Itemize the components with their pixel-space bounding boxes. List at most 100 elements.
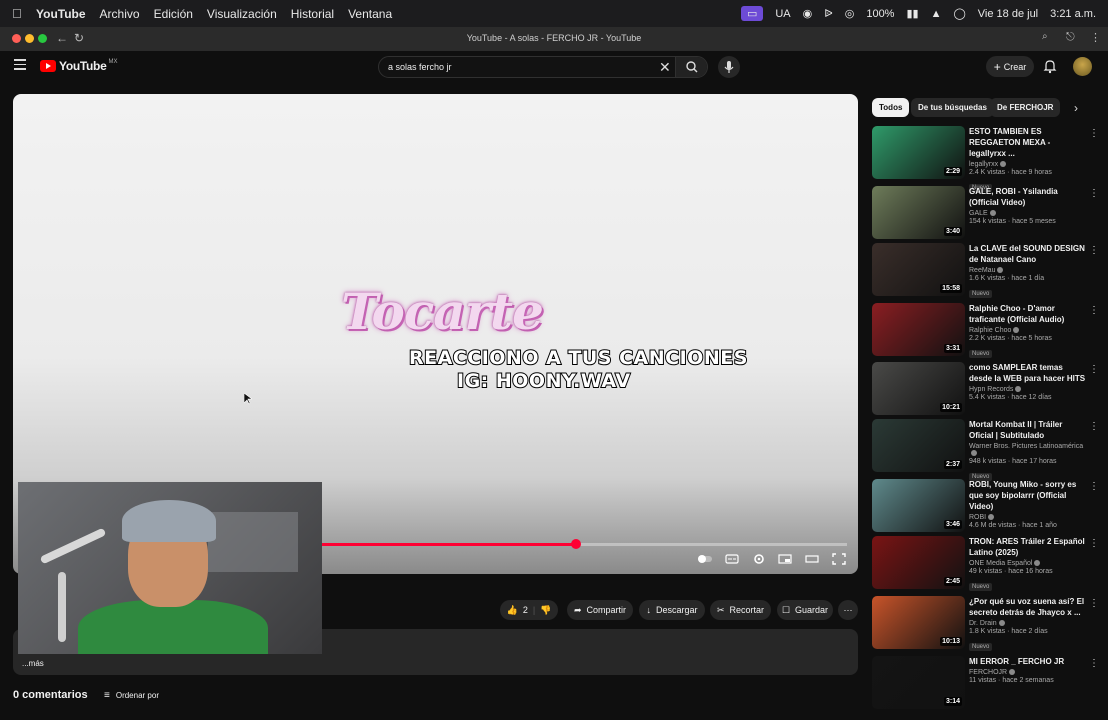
channel-name[interactable]: ReeMau: [969, 267, 1087, 274]
more-options-icon[interactable]: ⋮: [1089, 658, 1099, 669]
chevron-right-icon[interactable]: ›: [1074, 101, 1078, 115]
settings-icon[interactable]: [752, 552, 766, 564]
extensions-icon[interactable]: ⎋: [1066, 31, 1075, 44]
channel-label[interactable]: Hypn Records: [969, 386, 1013, 393]
recommendation-item[interactable]: 3:14 MI ERROR _ FERCHO JR FERCHOJR 11 vista…: [872, 656, 1102, 712]
video-title[interactable]: Ralphie Choo - D'amor traficante (Offici…: [969, 303, 1087, 325]
channel-label[interactable]: GALE: [969, 210, 988, 217]
channel-label[interactable]: Ralphie Choo: [969, 327, 1011, 334]
more-options-icon[interactable]: ⋮: [1089, 364, 1099, 375]
account-avatar[interactable]: [1073, 57, 1092, 76]
video-title[interactable]: MI ERROR _ FERCHO JR: [969, 656, 1087, 667]
channel-name[interactable]: Hypn Records: [969, 386, 1087, 393]
control-center-icon[interactable]: ◯: [953, 7, 965, 20]
menu-archivo[interactable]: Archivo: [100, 7, 140, 21]
chip-de-tus-busquedas[interactable]: De tus búsquedas: [911, 98, 994, 117]
like-count[interactable]: 2: [523, 605, 528, 615]
video-thumbnail[interactable]: 3:31: [872, 303, 965, 356]
menu-ventana[interactable]: Ventana: [348, 7, 392, 21]
screen-record-icon[interactable]: ▭: [740, 6, 764, 21]
clip-button[interactable]: ✂ Recortar: [710, 600, 771, 620]
more-options-icon[interactable]: ⋮: [1089, 128, 1099, 139]
autoplay-toggle[interactable]: [697, 552, 712, 564]
recommendation-item[interactable]: 15:58 La CLAVE del SOUND DESIGN de Natana…: [872, 243, 1102, 299]
theater-mode-icon[interactable]: [805, 552, 819, 564]
channel-name[interactable]: GALE: [969, 210, 1087, 217]
video-thumbnail[interactable]: 2:37: [872, 419, 965, 472]
video-title[interactable]: La CLAVE del SOUND DESIGN de Natanael Ca…: [969, 243, 1087, 265]
channel-label[interactable]: Dr. Drain: [969, 620, 997, 627]
recommendation-item[interactable]: 3:40 GALE, ROBI - Ysilandia (Official Vid…: [872, 186, 1102, 242]
channel-name[interactable]: Warner Bros. Pictures Latinoamérica: [969, 443, 1087, 457]
video-title[interactable]: como SAMPLEAR temas desde la WEB para ha…: [969, 362, 1087, 384]
search-box[interactable]: a solas fercho jr ✕: [378, 56, 708, 78]
chip-de-ferchojr[interactable]: De FERCHOJR: [990, 98, 1061, 117]
menu-app-name[interactable]: YouTube: [36, 7, 86, 21]
video-thumbnail[interactable]: 3:14: [872, 656, 965, 709]
video-thumbnail[interactable]: 3:46: [872, 479, 965, 532]
more-options-icon[interactable]: ⋮: [1089, 305, 1099, 316]
recommendation-item[interactable]: 2:29 ESTO TAMBIEN ES REGGAETON MEXA - leg…: [872, 126, 1102, 192]
bluetooth-icon[interactable]: ᐉ: [824, 7, 832, 20]
recommendation-item[interactable]: 10:13 ¿Por qué su voz suena así? El secre…: [872, 596, 1102, 652]
more-menu-icon[interactable]: ⋮: [1090, 31, 1101, 44]
channel-label[interactable]: ROBI: [969, 514, 986, 521]
video-thumbnail[interactable]: 2:29: [872, 126, 965, 179]
wifi-icon[interactable]: ▲: [931, 8, 942, 20]
more-options-icon[interactable]: ⋮: [1089, 598, 1099, 609]
channel-name[interactable]: ONE Media Español: [969, 560, 1087, 567]
create-button[interactable]: + Crear: [986, 56, 1034, 77]
chip-todos[interactable]: Todos: [872, 98, 910, 117]
recommendation-item[interactable]: 10:21 como SAMPLEAR temas desde la WEB pa…: [872, 362, 1102, 418]
video-title[interactable]: TRON: ARES Tráiler 2 Español Latino (202…: [969, 536, 1087, 558]
more-options-icon[interactable]: ⋮: [1089, 245, 1099, 256]
video-thumbnail[interactable]: 15:58: [872, 243, 965, 296]
menubar-time[interactable]: 3:21 a.m.: [1050, 8, 1096, 20]
like-icon[interactable]: 👍: [507, 605, 518, 616]
recommendation-item[interactable]: 3:46 ROBI, Young Miko - sorry es que soy …: [872, 479, 1102, 535]
more-actions-button[interactable]: ⋯: [838, 600, 858, 620]
more-options-icon[interactable]: ⋮: [1089, 538, 1099, 549]
subtitles-icon[interactable]: [725, 552, 739, 564]
recommendation-item[interactable]: 2:37 Mortal Kombat II | Tráiler Oficial |…: [872, 419, 1102, 481]
channel-name[interactable]: FERCHOJR: [969, 669, 1087, 676]
save-button[interactable]: ☐ Guardar: [777, 600, 833, 620]
apple-icon[interactable]: : [12, 6, 26, 21]
channel-name[interactable]: Dr. Drain: [969, 620, 1087, 627]
youtube-logo[interactable]: YouTube MX: [40, 59, 117, 73]
zoom-icon[interactable]: ⌕: [1042, 31, 1048, 42]
video-thumbnail[interactable]: 10:13: [872, 596, 965, 649]
voice-search-button[interactable]: [718, 56, 740, 78]
channel-label[interactable]: Warner Bros. Pictures Latinoamérica: [969, 443, 1083, 450]
video-thumbnail[interactable]: 2:45: [872, 536, 965, 589]
channel-name[interactable]: Ralphie Choo: [969, 327, 1087, 334]
menu-visualizacion[interactable]: Visualización: [207, 7, 277, 21]
miniplayer-icon[interactable]: [778, 552, 792, 564]
video-title[interactable]: ROBI, Young Miko - sorry es que soy bipo…: [969, 479, 1087, 512]
menu-historial[interactable]: Historial: [291, 7, 334, 21]
menu-edicion[interactable]: Edición: [154, 7, 193, 21]
more-options-icon[interactable]: ⋮: [1089, 188, 1099, 199]
video-title[interactable]: ¿Por qué su voz suena así? El secreto de…: [969, 596, 1087, 618]
recommendation-item[interactable]: 2:45 TRON: ARES Tráiler 2 Español Latino …: [872, 536, 1102, 592]
progress-scrubber[interactable]: [570, 539, 581, 549]
search-input[interactable]: a solas fercho jr: [388, 62, 452, 72]
video-title[interactable]: Mortal Kombat II | Tráiler Oficial | Sub…: [969, 419, 1087, 441]
battery-icon[interactable]: ▮▮: [906, 7, 918, 20]
fullscreen-icon[interactable]: [832, 552, 846, 565]
video-thumbnail[interactable]: 3:40: [872, 186, 965, 239]
channel-label[interactable]: ONE Media Español: [969, 560, 1032, 567]
airplay-icon[interactable]: ◎: [845, 7, 855, 20]
clear-search-icon[interactable]: ✕: [659, 59, 671, 76]
download-button[interactable]: ↓ Descargar: [639, 600, 705, 620]
sort-comments-button[interactable]: ≡ Ordenar por: [104, 690, 159, 701]
video-thumbnail[interactable]: 10:21: [872, 362, 965, 415]
show-more-link[interactable]: ...más: [22, 659, 44, 668]
more-options-icon[interactable]: ⋮: [1089, 421, 1099, 432]
input-source-ua[interactable]: UA: [775, 8, 790, 20]
menu-icon[interactable]: [14, 59, 26, 70]
more-options-icon[interactable]: ⋮: [1089, 481, 1099, 492]
channel-label[interactable]: ReeMau: [969, 267, 995, 274]
menubar-date[interactable]: Vie 18 de jul: [978, 8, 1038, 20]
recommendation-item[interactable]: 3:31 Ralphie Choo - D'amor traficante (Of…: [872, 303, 1102, 359]
